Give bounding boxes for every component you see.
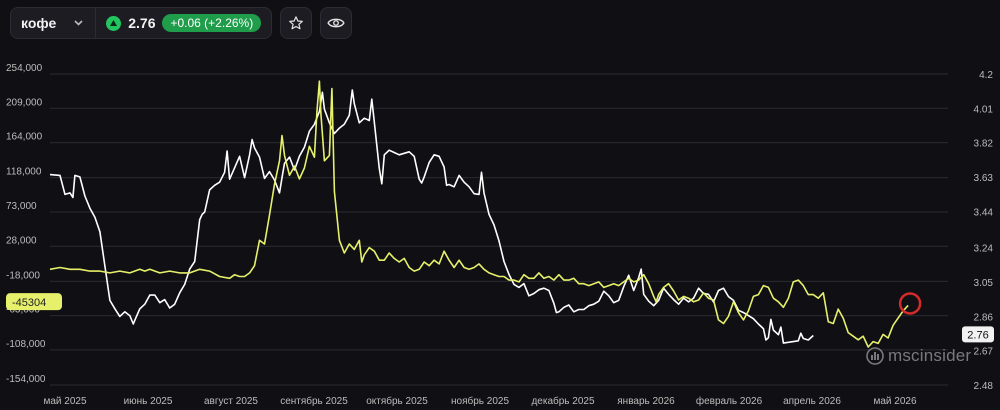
right-tick-label: 3.44 (974, 207, 994, 218)
x-tick-label: сентябрь 2025 (280, 395, 348, 407)
right-tick-label: 2.67 (974, 347, 994, 358)
right-current-label: 2.76 (967, 329, 988, 341)
right-tick-label: 3.63 (974, 173, 994, 184)
x-tick-label: апрель 2026 (783, 396, 841, 407)
x-axis-ticks: май 2025 июнь 2025 август 2025 сентябрь 202… (43, 395, 916, 407)
right-tick-label: 2.86 (974, 312, 994, 323)
x-tick-label: февраль 2026 (696, 395, 763, 407)
left-axis-ticks: 254,000 209,000 164,000 118,000 73,000 28,000… (6, 63, 46, 385)
current-value-labels: -45304 2.76 (6, 293, 994, 343)
right-tick-label: 4.2 (979, 70, 993, 81)
x-tick-label: август 2025 (204, 396, 258, 407)
series-line-1 (49, 80, 909, 348)
right-tick-label: 4.01 (974, 104, 994, 115)
watermark-brand: mscinsider (888, 346, 972, 365)
left-tick-label: 28,000 (6, 235, 37, 246)
left-tick-label: 118,000 (6, 167, 42, 178)
left-tick-label: -154,000 (6, 374, 46, 385)
right-axis-ticks: 4.2 4.01 3.82 3.63 3.44 3.24 3.05 2.86 2.67 2.48 (974, 70, 994, 392)
left-tick-label: 209,000 (6, 97, 43, 108)
mscinsider-logo-icon (866, 347, 884, 365)
left-tick-label: -108,000 (6, 339, 46, 350)
watermark: mscinsider (866, 346, 971, 366)
x-tick-label: декабрь 2025 (531, 395, 595, 407)
left-tick-label: -18,000 (6, 270, 40, 281)
cot-chart: 254,000 209,000 164,000 118,000 73,000 28,000… (6, 63, 994, 407)
x-tick-label: ноябрь 2025 (451, 395, 509, 407)
left-tick-label: 73,000 (6, 201, 37, 212)
right-tick-label: 3.24 (974, 244, 994, 255)
left-tick-label: 254,000 (6, 63, 43, 74)
x-tick-label: май 2026 (873, 396, 916, 407)
x-tick-label: январь 2026 (617, 396, 675, 407)
x-tick-label: июнь 2025 (124, 396, 173, 407)
last-point-marker (898, 292, 922, 315)
x-tick-label: май 2025 (43, 396, 86, 407)
right-tick-label: 3.05 (974, 278, 994, 289)
left-current-label: -45304 (12, 297, 46, 309)
x-tick-label: октябрь 2025 (366, 395, 428, 407)
left-tick-label: 164,000 (6, 132, 43, 143)
gridlines (50, 73, 948, 386)
series-lines (49, 80, 922, 348)
right-tick-label: 3.82 (974, 139, 994, 150)
series-line-0 (49, 89, 814, 344)
right-tick-label: 2.48 (974, 381, 994, 392)
